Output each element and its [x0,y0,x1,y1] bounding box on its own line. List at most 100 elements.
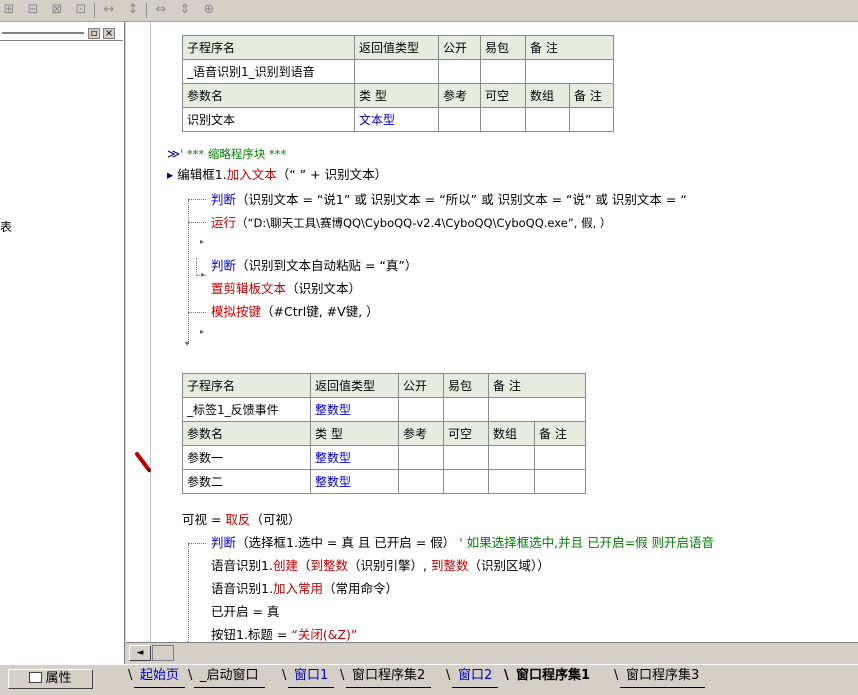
param-array[interactable] [488,469,535,494]
param-ref[interactable] [398,469,444,494]
remark-cell[interactable] [525,59,614,84]
code-line[interactable]: 已开启 = 真 [211,604,279,620]
tab-window-assembly1[interactable]: 窗口程序集1 [504,666,596,688]
fit-height-icon[interactable]: ⇕ [176,2,194,18]
height-icon[interactable]: ↕ [124,2,142,18]
param-type[interactable]: 整数型 [310,469,399,494]
code-line[interactable]: 可视 = 取反（可视） [182,512,300,528]
code-line[interactable]: 判断（识别文本 = “说1” 或 识别文本 = “所以” 或 识别文本 = “说… [211,192,687,208]
tab-startup-window[interactable]: _启动窗口 [188,666,265,688]
param-name[interactable]: 识别文本 [182,107,355,132]
param-array[interactable] [488,445,535,470]
fold-marker-icon[interactable]: ≫ [167,146,180,161]
code-comment: ' *** 缩略程序块 *** [180,147,287,161]
code-line[interactable]: 模拟按键（#Ctrl键, #V键, ） [211,304,379,320]
param-ref[interactable] [398,445,444,470]
code-editor[interactable]: 子程序名 返回值类型 公开 易包 备 注 _语音识别1_识别到语音 参数名 类 … [151,22,858,642]
code-line[interactable]: 语音识别1.加入常用（常用命令） [211,581,398,597]
tab-window2[interactable]: 窗口2 [446,666,499,688]
remark-cell[interactable] [488,397,586,422]
tab-start-page[interactable]: 起始页 [128,666,186,688]
flow-arrow-icon: ▸ [200,327,205,336]
code-line[interactable]: 置剪辑板文本（识别文本） [211,281,361,297]
table-toolbar: ⊞ ⊟ ⊠ ⊡ ↔ ↕ ⇔ ⇕ ⊕ [0,0,858,22]
fit-width-icon[interactable]: ⇔ [152,2,170,18]
statement-marker-icon: ▸ [167,167,174,182]
col-header: 备 注 [488,373,586,398]
bottom-bar: 属性 起始页 _启动窗口 窗口1 窗口程序集2 窗口2 窗口程序集1 窗口程序集… [0,664,858,695]
param-name[interactable]: 参数一 [182,445,311,470]
col-header: 子程序名 [182,35,355,60]
code-object: 语音识别1. [211,581,273,596]
subroutine-name[interactable]: _标签1_反馈事件 [182,397,311,422]
properties-icon [29,672,43,683]
code-line[interactable]: ▸ 编辑框1.加入文本（“ ” + 识别文本） [167,167,387,183]
flow-arrow-icon: ▸ [200,237,205,246]
close-icon[interactable]: × [103,28,115,39]
tab-window-assembly2[interactable]: 窗口程序集2 [340,666,432,688]
code-line[interactable]: 判断（识别到文本自动粘贴 = “真”） [211,258,417,274]
code-line[interactable]: 判断（选择框1.选中 = 真 且 已开启 = 假） ' 如果选择框选中,并且 已… [211,535,714,551]
col-header: 备 注 [534,421,586,446]
horizontal-scrollbar[interactable]: ◄ [126,642,858,662]
folded-block[interactable]: ≫' *** 缩略程序块 *** [167,146,286,162]
param-type[interactable]: 整数型 [310,445,399,470]
window-tabs: 起始页 _启动窗口 窗口1 窗口程序集2 窗口2 窗口程序集1 窗口程序集3 [128,665,828,691]
col-header: 返回值类型 [310,373,399,398]
scroll-left-button[interactable]: ◄ [129,645,151,661]
insert-col-icon[interactable]: ⊡ [72,2,90,18]
col-header: 可空 [443,421,489,446]
code-line[interactable]: 按钮1.标题 = “关闭(&Z)” [211,627,357,642]
code-assign: 按钮1.标题 = [211,627,292,642]
subroutine-table-2: 子程序名 返回值类型 公开 易包 备 注 _标签1_反馈事件 整数型 参数名 类… [182,373,586,494]
param-ref[interactable] [438,107,481,132]
flow-line [188,222,206,223]
panel-grip[interactable] [2,32,84,34]
insert-row-icon[interactable]: ⊠ [48,2,66,18]
col-header: 子程序名 [182,373,311,398]
tab-window1[interactable]: 窗口1 [282,666,335,688]
editor-gutter [126,22,151,642]
param-nullable[interactable] [443,445,489,470]
subroutine-name[interactable]: _语音识别1_识别到语音 [182,59,355,84]
code-args: （识别引擎）, [347,558,431,573]
param-nullable[interactable] [480,107,526,132]
tab-window-assembly3[interactable]: 窗口程序集3 [614,666,706,688]
scroll-track[interactable] [152,645,174,661]
flow-end-arrow-icon: ▾ [185,339,190,348]
param-remark[interactable] [569,107,614,132]
param-remark[interactable] [534,469,586,494]
properties-button[interactable]: 属性 [8,669,93,689]
param-type[interactable]: 文本型 [354,107,439,132]
toolbar-separator [146,3,147,18]
code-method: 加入文本 [226,167,277,182]
code-args: （“D:\聊天工具\赛博QQ\CyboQQ-v2.4\CyboQQ\CyboQQ… [236,216,612,230]
public-cell[interactable] [398,397,444,422]
easy-pack-cell[interactable] [480,59,526,84]
code-method: 创建 [272,558,298,573]
return-type[interactable] [354,59,439,84]
col-header: 参数名 [182,421,311,446]
easy-pack-cell[interactable] [443,397,489,422]
minimize-icon[interactable]: ▫ [88,28,100,39]
public-cell[interactable] [438,59,481,84]
flow-line [196,258,197,276]
width-icon[interactable]: ↔ [100,2,118,18]
split-cells-icon[interactable]: ⊟ [24,2,42,18]
code-line[interactable]: 语音识别1.创建（到整数（识别引擎）, 到整数（识别区域）） [211,558,550,574]
code-command: 置剪辑板文本 [211,281,287,296]
code-condition: （选择框1.选中 = 真 且 已开启 = 假） [236,535,456,550]
param-nullable[interactable] [443,469,489,494]
param-remark[interactable] [534,445,586,470]
merge-cells-icon[interactable]: ⊞ [0,2,18,18]
return-type[interactable]: 整数型 [310,397,399,422]
code-line[interactable]: 运行（“D:\聊天工具\赛博QQ\CyboQQ-v2.4\CyboQQ\Cybo… [211,215,611,231]
code-args: （识别区域）） [468,558,550,573]
param-array[interactable] [525,107,570,132]
code-command: 到整数 [430,558,469,573]
col-header: 备 注 [525,35,614,60]
fit-all-icon[interactable]: ⊕ [200,2,218,18]
code-keyword: 判断 [211,192,237,207]
col-header: 参数名 [182,83,355,108]
param-name[interactable]: 参数二 [182,469,311,494]
